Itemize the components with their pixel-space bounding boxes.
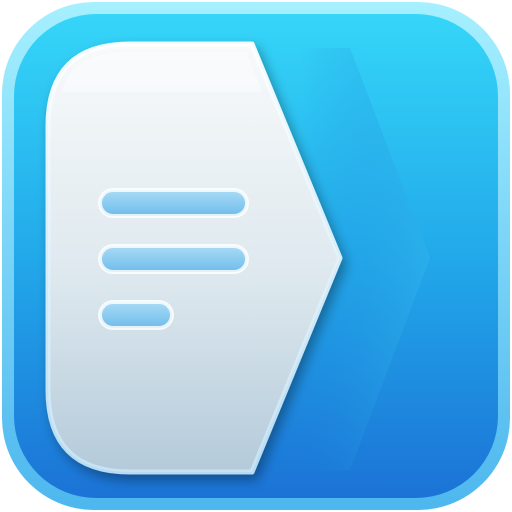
text-line-3 [98, 300, 174, 330]
app-icon[interactable] [0, 0, 512, 512]
app-icon-graphic [2, 2, 510, 510]
text-line-1 [98, 188, 249, 218]
text-line-2 [98, 244, 249, 274]
